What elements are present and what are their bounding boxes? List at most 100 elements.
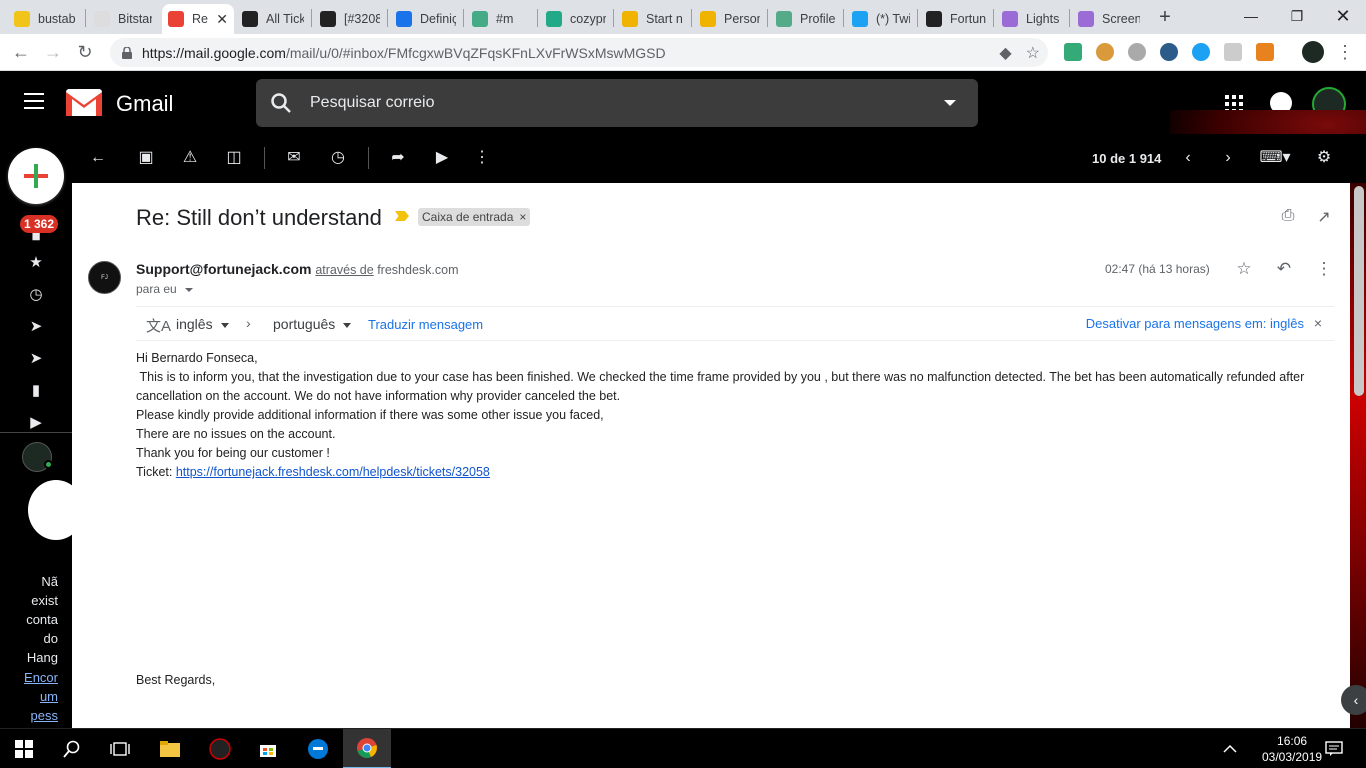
chrome-icon[interactable] <box>343 729 391 768</box>
browser-tab[interactable]: Lights <box>996 4 1068 34</box>
browser-tab[interactable]: Definiç <box>390 4 462 34</box>
remove-label-icon[interactable]: × <box>519 210 526 224</box>
tab-separator <box>537 9 538 27</box>
newer-chevron-icon[interactable]: ‹ <box>1178 148 1198 168</box>
tab-title: All Tick <box>266 12 304 26</box>
arrow-right-icon: › <box>246 315 251 331</box>
minimize-button[interactable]: — <box>1228 0 1274 32</box>
importance-marker-icon[interactable] <box>395 211 409 221</box>
drafts-icon[interactable]: ▮ <box>27 382 45 400</box>
gmail-logo-icon[interactable] <box>66 89 102 116</box>
browser-tab[interactable]: Fortun <box>920 4 992 34</box>
show-hidden-icons-chevron-icon[interactable] <box>1206 729 1254 768</box>
hangouts-find-link[interactable]: Encor um pess <box>18 668 58 725</box>
message-action-bar: ← ▣ ⚠ ◫ ✉ ◷ ➦ ▶ ⋮ 10 de 1 914 ‹ › ⌨▾ ⚙ <box>72 134 1366 183</box>
browser-tab[interactable]: All Tick <box>236 4 310 34</box>
sender-email[interactable]: Support@fortunejack.com <box>136 261 311 277</box>
delete-icon[interactable]: ◫ <box>224 148 244 168</box>
labels-icon[interactable]: ▶ <box>27 414 45 432</box>
snooze-icon[interactable]: ◷ <box>328 148 348 168</box>
tab-title: Start n <box>646 12 683 26</box>
important-icon[interactable]: ➤ <box>27 318 45 336</box>
edge-icon[interactable] <box>294 729 342 768</box>
starred-icon[interactable]: ★ <box>27 254 45 272</box>
source-language-select[interactable]: inglês <box>176 316 229 332</box>
file-explorer-icon[interactable] <box>146 729 194 768</box>
browser-tab[interactable]: bustab <box>8 4 84 34</box>
store-icon[interactable] <box>244 729 292 768</box>
via-text[interactable]: através de <box>315 263 373 277</box>
restore-button[interactable]: ❐ <box>1274 0 1320 32</box>
mark-unread-icon[interactable]: ✉ <box>284 148 304 168</box>
target-language-select[interactable]: português <box>273 316 352 332</box>
back-icon[interactable]: ← <box>8 40 34 64</box>
new-tab-button[interactable]: + <box>1154 6 1176 28</box>
sent-icon[interactable]: ➤ <box>27 350 45 368</box>
scrollbar[interactable] <box>1354 186 1364 396</box>
twitter-extension-icon[interactable] <box>1192 43 1210 61</box>
tab-favicon-icon <box>776 11 792 27</box>
extension-icon[interactable] <box>1128 43 1146 61</box>
search-icon[interactable] <box>48 729 96 768</box>
asus-app-icon[interactable] <box>196 729 244 768</box>
open-new-window-icon[interactable]: ↗ <box>1314 207 1334 227</box>
extension-icon[interactable] <box>1224 43 1242 61</box>
browser-tab[interactable]: cozypr <box>540 4 612 34</box>
recipient-details-toggle[interactable]: para eu <box>136 282 193 296</box>
older-chevron-icon[interactable]: › <box>1218 148 1238 168</box>
search-input[interactable] <box>310 94 910 112</box>
browser-tab[interactable]: (*) Twi <box>846 4 916 34</box>
close-window-button[interactable]: ✕ <box>1320 0 1366 32</box>
menu-kebab-icon[interactable]: ⋮ <box>1332 40 1358 64</box>
more-options-icon[interactable]: ⋮ <box>472 148 492 168</box>
input-tools-keyboard-icon[interactable]: ⌨▾ <box>1258 148 1292 168</box>
tab-separator <box>1069 9 1070 27</box>
profile-avatar-icon[interactable] <box>1302 41 1324 63</box>
online-status-dot <box>44 460 53 469</box>
move-to-icon[interactable]: ➦ <box>388 148 408 168</box>
extension-icon[interactable] <box>1160 43 1178 61</box>
search-icon[interactable] <box>270 92 292 114</box>
browser-tab[interactable]: Re ✕ <box>162 4 234 34</box>
browser-tab[interactable]: Profile <box>770 4 842 34</box>
browser-tab[interactable]: #m <box>466 4 536 34</box>
print-icon[interactable]: ⎙ <box>1278 207 1298 227</box>
close-translation-icon[interactable]: × <box>1314 315 1322 331</box>
compose-button[interactable] <box>8 148 64 204</box>
cookie-extension-icon[interactable] <box>1096 43 1114 61</box>
back-to-inbox-icon[interactable]: ← <box>88 148 108 168</box>
browser-tab[interactable]: Start n <box>616 4 690 34</box>
side-panel-toggle-icon[interactable]: ‹ <box>1341 685 1366 715</box>
reload-icon[interactable]: ↻ <box>72 40 98 64</box>
main-menu-icon[interactable] <box>24 93 44 109</box>
ticket-link[interactable]: https://fortunejack.freshdesk.com/helpde… <box>176 465 490 479</box>
label-icon[interactable]: ▶ <box>432 148 452 168</box>
browser-tab[interactable]: [#3208 <box>314 4 386 34</box>
disable-translation-link[interactable]: Desativar para mensagens em: inglês <box>1086 316 1304 331</box>
browser-tab[interactable]: Screen <box>1072 4 1146 34</box>
address-bar[interactable]: https://mail.google.com/mail/u/0/#inbox/… <box>110 38 1048 67</box>
windows-start-icon[interactable] <box>0 729 48 768</box>
search-bar[interactable] <box>256 79 978 127</box>
browser-tab[interactable]: Bitstan <box>88 4 158 34</box>
star-icon[interactable]: ☆ <box>1233 259 1255 281</box>
settings-gear-icon[interactable]: ⚙ <box>1314 148 1334 168</box>
reply-icon[interactable]: ↶ <box>1273 259 1295 281</box>
metamask-extension-icon[interactable] <box>1256 43 1274 61</box>
tab-favicon-icon <box>472 11 488 27</box>
bookmark-star-icon[interactable]: ☆ <box>1026 43 1040 63</box>
translate-message-link[interactable]: Traduzir mensagem <box>368 317 483 332</box>
extension-diamond-icon[interactable]: ◆ <box>999 43 1011 63</box>
notifications-action-center-icon[interactable] <box>1310 729 1358 768</box>
forward-icon[interactable]: → <box>40 40 66 64</box>
snoozed-clock-icon[interactable]: ◷ <box>27 286 45 304</box>
more-message-options-icon[interactable]: ⋮ <box>1313 259 1335 281</box>
search-options-chevron-icon[interactable] <box>944 100 956 106</box>
extension-icon[interactable] <box>1064 43 1082 61</box>
browser-tab[interactable]: Person <box>694 4 766 34</box>
report-spam-icon[interactable]: ⚠ <box>180 148 200 168</box>
task-view-icon[interactable] <box>96 729 144 768</box>
tab-favicon-icon <box>396 11 412 27</box>
close-tab-icon[interactable]: ✕ <box>210 11 228 28</box>
archive-icon[interactable]: ▣ <box>136 148 156 168</box>
